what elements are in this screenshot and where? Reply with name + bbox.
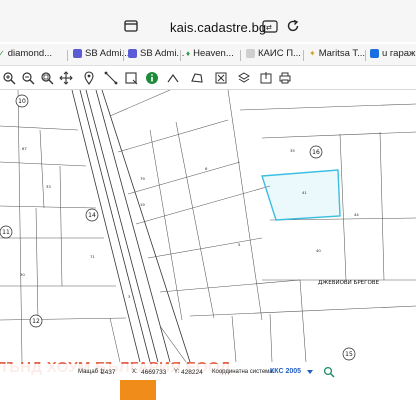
parcel-number: 30 xyxy=(20,272,25,277)
clear-icon[interactable] xyxy=(214,71,228,85)
bookmark-separator xyxy=(365,50,366,61)
y-value: 428224 xyxy=(181,369,203,376)
bookmark-label: КАИС П... xyxy=(258,48,301,59)
parcel-number: 19 xyxy=(140,202,145,207)
select-area-icon[interactable] xyxy=(124,71,138,85)
y-label: Y: xyxy=(174,369,180,375)
x-value: 4669733 xyxy=(141,369,167,376)
favicon-icon xyxy=(128,49,137,58)
ring-label: 15 xyxy=(342,347,356,361)
bookmark-item[interactable]: ✓diamond... xyxy=(0,48,52,59)
bookmark-label: diamond... xyxy=(7,48,53,59)
parcel-number: 67 xyxy=(22,146,27,151)
ring-label: 14 xyxy=(85,208,99,222)
parcel-number: 41 xyxy=(302,190,307,195)
bookmark-separator xyxy=(303,50,304,61)
browser-url-bar: kais.cadastre.bg ⇄ xyxy=(0,0,416,42)
bookmark-separator xyxy=(180,50,181,61)
bookmark-separator xyxy=(240,50,241,61)
chevron-down-icon[interactable] xyxy=(307,370,313,374)
parcel-number: 79 xyxy=(140,176,145,181)
bookmark-item[interactable]: u гараж... xyxy=(370,48,416,59)
selected-parcel-outline[interactable] xyxy=(261,169,341,221)
bookmark-separator xyxy=(67,50,68,61)
bookmark-label: u гараж... xyxy=(382,48,416,59)
bookmark-item[interactable]: SB Admi... xyxy=(128,48,184,59)
search-icon[interactable] xyxy=(323,366,335,378)
favicon-icon xyxy=(246,49,255,58)
bookmark-item[interactable]: SB Admi... xyxy=(73,48,129,59)
bookmark-item[interactable]: ♦ Heaven... xyxy=(186,48,234,59)
ring-label: 11 xyxy=(0,225,13,239)
road-lines xyxy=(71,90,191,362)
layers-icon[interactable] xyxy=(237,71,251,85)
ring-label: 10 xyxy=(15,94,29,108)
coord-system-select[interactable]: ККС 2005 xyxy=(270,368,301,375)
bookmark-item[interactable]: КАИС П... xyxy=(246,48,301,59)
zoom-out-icon[interactable] xyxy=(21,71,35,85)
export-icon[interactable] xyxy=(259,71,273,85)
ring-label-text: 15 xyxy=(345,351,353,358)
bookmark-item[interactable]: ✦ Maritsa T... xyxy=(309,48,365,59)
locate-pin-icon[interactable] xyxy=(82,71,96,85)
ring-label: 12 xyxy=(29,314,43,328)
scale-value: 2437 xyxy=(101,369,116,376)
svg-text:⇄: ⇄ xyxy=(266,24,272,32)
cadastral-map[interactable]: 10 16 11 14 12 15 67 79 6 19 33 5 41 44 xyxy=(0,90,416,362)
bookmark-label: Maritsa T... xyxy=(318,48,365,59)
x-label: X: xyxy=(132,369,138,375)
pan-icon[interactable] xyxy=(59,71,73,85)
parcel-number: 35 xyxy=(290,148,295,153)
parcel-number: 71 xyxy=(90,254,95,259)
measure-icon[interactable] xyxy=(166,71,180,85)
translate-icon[interactable]: ⇄ xyxy=(262,20,278,33)
reload-icon[interactable] xyxy=(286,19,300,33)
parcel-number: 6 xyxy=(205,166,208,171)
bookmarks-bar: ✓diamond... SB Admi... SB Admi... ♦Heave… xyxy=(0,44,416,66)
street-name: ДЖЕВИОВИ БРЕГОВЕ xyxy=(318,280,380,286)
favicon-icon xyxy=(370,49,379,58)
zoom-in-icon[interactable] xyxy=(2,71,16,85)
parcel-boundaries xyxy=(0,90,416,362)
draw-line-icon[interactable] xyxy=(104,71,118,85)
map-canvas[interactable]: 10 16 11 14 12 15 67 79 6 19 33 5 41 44 xyxy=(0,90,416,362)
bookmark-label: SB Admi... xyxy=(140,48,185,59)
tabs-icon[interactable] xyxy=(124,20,138,32)
url-text[interactable]: kais.cadastre.bg xyxy=(170,20,266,35)
zoom-area-icon[interactable] xyxy=(40,71,54,85)
parcel-number: 44 xyxy=(354,212,359,217)
ring-label-text: 12 xyxy=(32,318,40,325)
polygon-icon[interactable] xyxy=(190,71,204,85)
bookmark-label: Heaven... xyxy=(193,48,234,59)
ring-label-text: 14 xyxy=(88,212,96,219)
map-toolbar xyxy=(0,66,416,90)
ring-label-text: 10 xyxy=(18,98,26,105)
ring-label: 16 xyxy=(309,145,323,159)
parcel-number: 5 xyxy=(238,242,241,247)
parcel-number: 3 xyxy=(128,294,131,299)
parcel-number: 33 xyxy=(46,184,51,189)
map-status-bar: Мащаб 1: 2437 X: 4669733 Y: 428224 Коорд… xyxy=(0,364,416,380)
parcel-number: 40 xyxy=(316,248,321,253)
print-icon[interactable] xyxy=(278,71,292,85)
coord-system-label: Координатна система: xyxy=(212,369,275,375)
map-feature-highlight xyxy=(120,380,156,400)
info-icon[interactable] xyxy=(145,71,159,85)
bookmark-separator xyxy=(123,50,124,61)
ring-label-text: 16 xyxy=(312,149,320,156)
favicon-icon xyxy=(73,49,82,58)
ring-label-text: 11 xyxy=(2,229,10,236)
